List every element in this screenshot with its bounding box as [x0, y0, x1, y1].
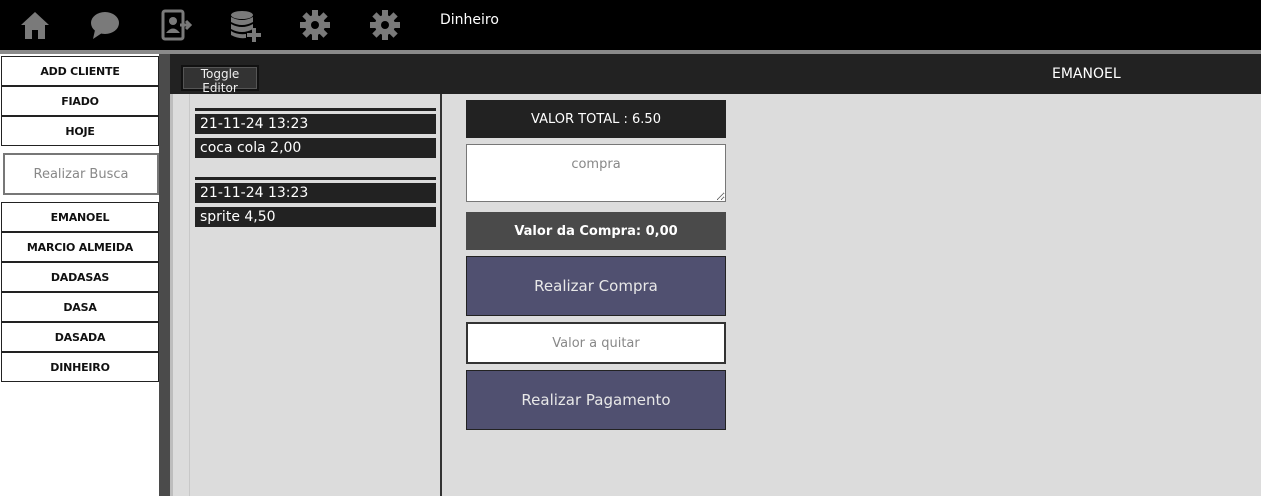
toggle-editor-button[interactable]: Toggle Editor — [181, 65, 259, 95]
sidebar-scrollbar[interactable] — [159, 54, 170, 496]
gear-icon[interactable] — [368, 8, 402, 42]
client-item-dadasas[interactable]: DADASAS — [1, 262, 159, 292]
client-item-dasa[interactable]: DASA — [1, 292, 159, 322]
history-item: coca cola 2,00 — [195, 138, 436, 158]
total-value-label: VALOR TOTAL : 6.50 — [466, 100, 726, 138]
divider — [195, 177, 436, 180]
history-date: 21-11-24 13:23 — [195, 114, 436, 134]
history-entry: 21-11-24 13:23 sprite 4,50 — [195, 177, 436, 231]
realizar-compra-button[interactable]: Realizar Compra — [466, 256, 726, 316]
content-header: Toggle Editor EMANOEL — [170, 54, 1261, 95]
add-cliente-button[interactable]: ADD CLIENTE — [1, 56, 159, 86]
purchase-history: 21-11-24 13:23 coca cola 2,00 21-11-24 1… — [189, 94, 442, 496]
gear-icon[interactable] — [298, 8, 332, 42]
top-navbar: Dinheiro — [0, 0, 1261, 50]
fiado-button[interactable]: FIADO — [1, 86, 159, 116]
search-input[interactable] — [3, 153, 159, 195]
client-item-marcio-almeida[interactable]: MARCIO ALMEIDA — [1, 232, 159, 262]
divider — [195, 108, 436, 111]
client-item-dasada[interactable]: DASADA — [1, 322, 159, 352]
chat-icon[interactable] — [88, 8, 122, 42]
client-item-emanoel[interactable]: EMANOEL — [1, 202, 159, 232]
home-icon[interactable] — [18, 8, 52, 42]
hoje-button[interactable]: HOJE — [1, 116, 159, 146]
history-entry: 21-11-24 13:23 coca cola 2,00 — [195, 108, 436, 162]
valor-quitar-input[interactable] — [466, 322, 726, 364]
selected-client-name: EMANOEL — [1052, 66, 1121, 82]
divider — [170, 94, 173, 496]
purchase-value-label: Valor da Compra: 0,00 — [466, 212, 726, 250]
sidebar: ADD CLIENTE FIADO HOJE EMANOEL MARCIO AL… — [0, 54, 170, 496]
realizar-pagamento-button[interactable]: Realizar Pagamento — [466, 370, 726, 430]
database-add-icon[interactable] — [228, 8, 262, 42]
compra-textarea[interactable] — [466, 144, 726, 202]
history-item: sprite 4,50 — [195, 207, 436, 227]
main-content: 21-11-24 13:23 coca cola 2,00 21-11-24 1… — [170, 94, 1261, 496]
client-item-dinheiro[interactable]: DINHEIRO — [1, 352, 159, 382]
user-export-icon[interactable] — [158, 8, 192, 42]
history-date: 21-11-24 13:23 — [195, 183, 436, 203]
app-title: Dinheiro — [440, 12, 499, 28]
